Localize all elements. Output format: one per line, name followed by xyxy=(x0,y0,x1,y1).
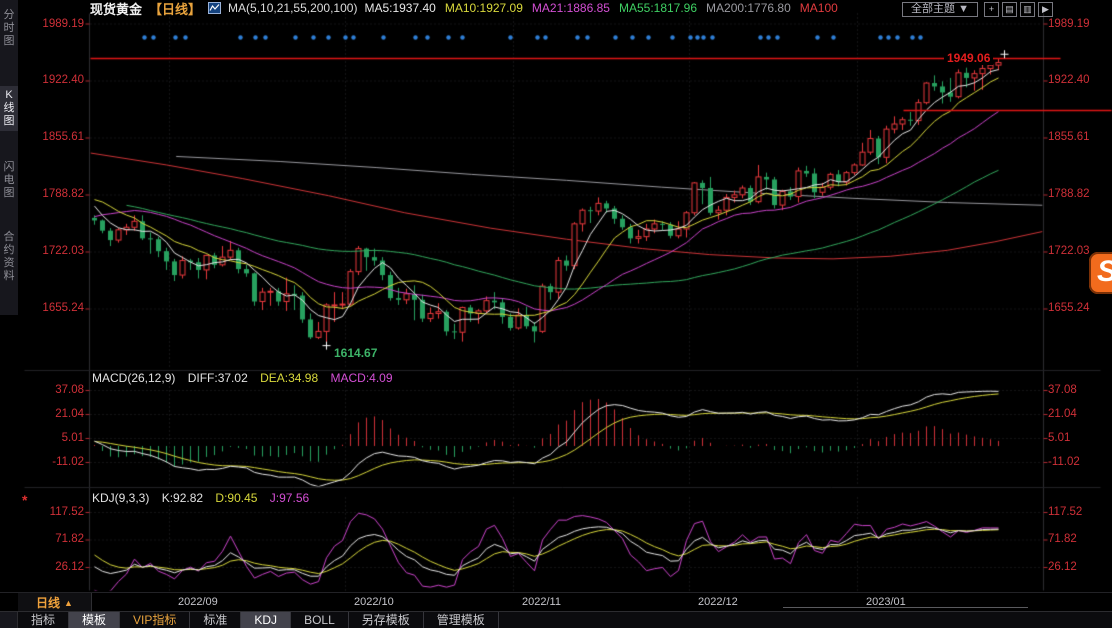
tab-KDJ[interactable]: KDJ xyxy=(241,612,291,628)
ma-values: MA5:1937.40 MA10:1927.09 MA21:1886.85 MA55:… xyxy=(364,1,846,15)
period-tag: 【日线】 xyxy=(149,0,201,18)
chart-canvas[interactable] xyxy=(0,0,1112,628)
kdj-j-value: J:97.56 xyxy=(270,491,309,505)
axis-scale-right-icon[interactable]: ▥ xyxy=(1020,2,1035,17)
tab-管理模板[interactable]: 管理模板 xyxy=(424,612,499,628)
kdj-axis-tick: 26.12 xyxy=(24,561,84,573)
price-axis-tick: 1922.40 xyxy=(1048,74,1090,86)
sidebar-item-tab[interactable]: 分时图 xyxy=(0,6,18,51)
kdj-axis-tick: 71.82 xyxy=(24,533,84,545)
tab-标准[interactable]: 标准 xyxy=(190,612,241,628)
chevron-down-icon: ▼ xyxy=(958,3,969,15)
tab-VIP指标[interactable]: VIP指标 xyxy=(120,612,190,628)
kdj-axis-tick: 117.52 xyxy=(24,506,84,518)
time-axis-label: 2023/01 xyxy=(866,596,906,608)
macd-axis-tick: 21.04 xyxy=(24,408,84,420)
ma-value: MA100 xyxy=(800,1,838,15)
tab-BOLL[interactable]: BOLL xyxy=(291,612,349,628)
price-axis-tick: 1722.03 xyxy=(24,245,84,257)
price-axis-tick: 1989.19 xyxy=(1048,18,1090,30)
sidebar-item-tab[interactable]: 闪电图 xyxy=(0,158,18,203)
kdj-d-value: D:90.45 xyxy=(215,491,257,505)
macd-axis-tick: 37.08 xyxy=(24,384,84,396)
sidebar-item-tab[interactable]: 合约资料 xyxy=(0,228,18,286)
low-price-label: 1614.67 xyxy=(334,346,377,360)
price-axis-tick: 1655.24 xyxy=(1048,302,1090,314)
crosshair-tool-icon[interactable]: + xyxy=(984,2,999,17)
left-sidebar: 分时图 K线图闪电图合约资料 xyxy=(0,0,18,315)
floating-brand-badge[interactable]: S xyxy=(1089,252,1112,294)
ma-value: MA5:1937.40 xyxy=(364,1,435,15)
price-axis-tick: 1855.61 xyxy=(24,131,84,143)
sidebar-item-active[interactable]: K线图 xyxy=(0,86,18,131)
price-axis-tick: 1855.61 xyxy=(1048,131,1090,143)
ma-value: MA21:1886.85 xyxy=(532,1,610,15)
kdj-header: KDJ(9,3,3) K:92.82 D:90.45 J:97.56 xyxy=(92,491,318,505)
macd-macd-value: MACD:4.09 xyxy=(330,371,392,385)
price-axis-tick: 1655.24 xyxy=(24,302,84,314)
trading-app-window: 分时图 K线图闪电图合约资料 现货黄金 【日线】 MA(5,10,21,55,20… xyxy=(0,0,1112,628)
high-price-label: 1949.06 xyxy=(944,51,993,65)
price-axis-tick: 1788.82 xyxy=(1048,188,1090,200)
ma-group-label: MA(5,10,21,55,200,100) xyxy=(228,1,357,15)
symbol-title: 现货黄金 xyxy=(90,0,142,18)
price-axis-tick: 1922.40 xyxy=(24,74,84,86)
ma-value: MA10:1927.09 xyxy=(445,1,523,15)
theme-selector-button[interactable]: 全部主题 ▼ xyxy=(902,2,978,17)
time-axis-label: 2022/09 xyxy=(178,596,218,608)
price-axis-tick: 1722.03 xyxy=(1048,245,1090,257)
macd-axis-tick: 21.04 xyxy=(1048,408,1077,420)
macd-axis-tick: -11.02 xyxy=(1048,456,1080,468)
period-selector[interactable]: 日线 ▲ xyxy=(18,593,92,612)
kdj-k-value: K:92.82 xyxy=(162,491,203,505)
kdj-axis-tick: 117.52 xyxy=(1048,506,1082,518)
price-axis-tick: 1989.19 xyxy=(24,18,84,30)
ma-value: MA55:1817.96 xyxy=(619,1,697,15)
corner-box xyxy=(0,612,18,628)
macd-axis-tick: 5.01 xyxy=(24,432,84,444)
price-axis-tick: 1788.82 xyxy=(24,188,84,200)
ma-value: MA200:1776.80 xyxy=(706,1,791,15)
macd-header: MACD(26,12,9) DIFF:37.02 DEA:34.98 MACD:… xyxy=(92,371,402,385)
mini-chart-icon[interactable] xyxy=(208,2,221,14)
macd-dea-value: DEA:34.98 xyxy=(260,371,318,385)
chart-toolbar: +▤▥▶ xyxy=(984,2,1053,17)
kdj-axis-tick: 71.82 xyxy=(1048,533,1077,545)
macd-title: MACD(26,12,9) xyxy=(92,371,175,385)
tab-模板[interactable]: 模板 xyxy=(69,612,120,628)
kdj-axis-tick: 26.12 xyxy=(1048,561,1077,573)
time-axis-label: 2022/10 xyxy=(354,596,394,608)
bottom-tabbar: 指标模板VIP指标标准KDJBOLL另存模板管理模板 xyxy=(0,611,1112,628)
macd-axis-tick: 5.01 xyxy=(1048,432,1070,444)
tab-另存模板[interactable]: 另存模板 xyxy=(349,612,424,628)
indicator-settings-icon[interactable]: * xyxy=(22,492,27,508)
macd-axis-tick: 37.08 xyxy=(1048,384,1077,396)
brand-logo-letter: S xyxy=(1097,255,1112,288)
macd-axis-tick: -11.02 xyxy=(24,456,84,468)
period-label: 日线 xyxy=(36,594,60,611)
time-axis-label: 2022/12 xyxy=(698,596,738,608)
axis-scale-left-icon[interactable]: ▤ xyxy=(1002,2,1017,17)
kdj-title: KDJ(9,3,3) xyxy=(92,491,149,505)
tab-指标[interactable]: 指标 xyxy=(18,612,69,628)
collapse-panel-icon[interactable]: ▶ xyxy=(1038,2,1053,17)
time-axis-label: 2022/11 xyxy=(522,596,561,608)
triangle-up-icon: ▲ xyxy=(64,598,73,608)
macd-diff-value: DIFF:37.02 xyxy=(188,371,248,385)
chart-header: 现货黄金 【日线】 MA(5,10,21,55,200,100) MA5:193… xyxy=(90,0,847,16)
